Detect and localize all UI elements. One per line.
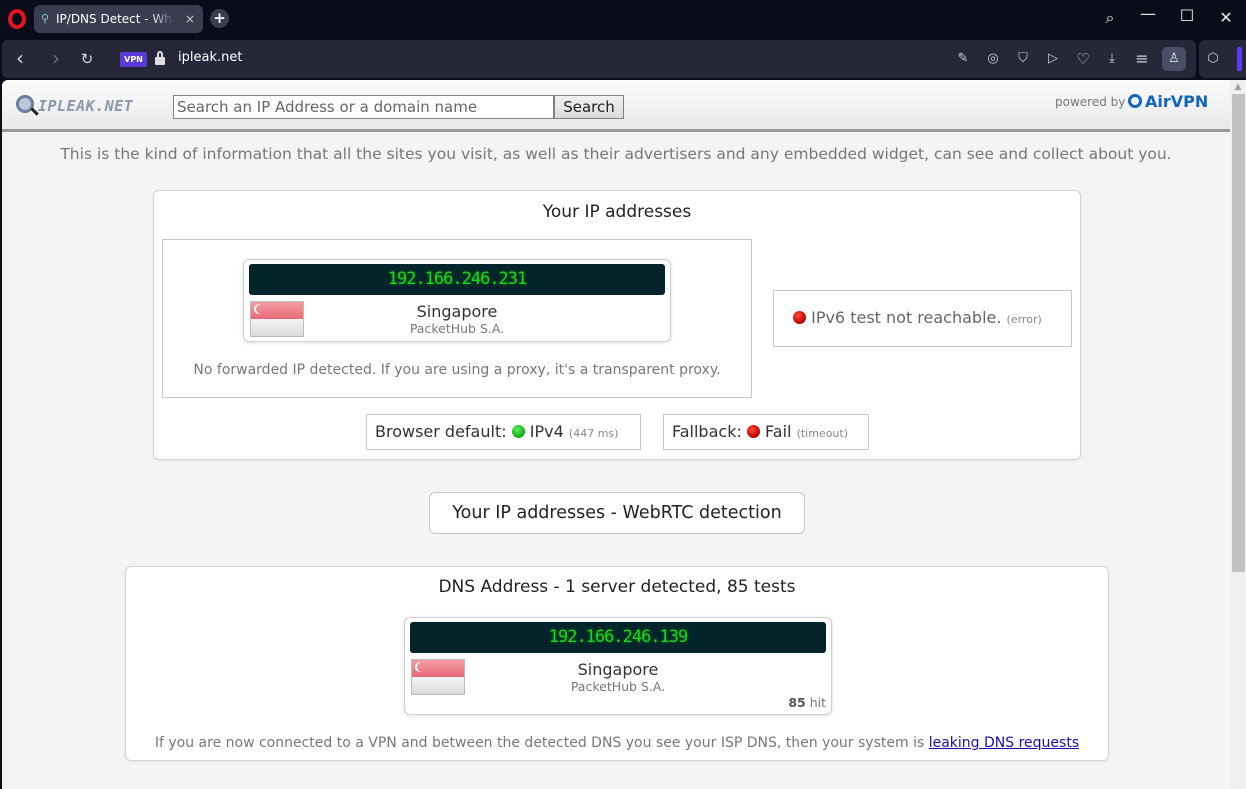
browser-default-box: Browser default: IPv4 (447 ms) xyxy=(366,414,641,450)
scroll-up-icon[interactable]: ▲ xyxy=(1230,80,1246,94)
dns-hit-count: 85 hit xyxy=(788,695,826,710)
download-icon[interactable]: ⤓ xyxy=(1103,50,1121,68)
fallback-label: Fallback: xyxy=(672,422,742,441)
page-viewport: IPLEAK.NET Search powered by AirVPN This… xyxy=(2,80,1246,789)
fallback-box: Fallback: Fail (timeout) xyxy=(663,414,869,450)
leaking-dns-link[interactable]: leaking DNS requests xyxy=(929,735,1079,751)
search-input[interactable] xyxy=(173,95,554,119)
ipleak-logo[interactable]: IPLEAK.NET xyxy=(14,94,152,120)
ipv6-status: IPv6 test not reachable. xyxy=(811,308,1002,327)
powered-by-label: powered by xyxy=(1055,95,1126,109)
search-tabs-icon[interactable]: ⌕ xyxy=(1099,8,1121,28)
browser-default-detail: (447 ms) xyxy=(568,427,619,440)
minimize-icon[interactable]: — xyxy=(1137,4,1159,23)
site-header: IPLEAK.NET Search powered by AirVPN xyxy=(2,80,1230,132)
dns-server-tile: 192.166.246.139 Singapore PacketHub S.A.… xyxy=(404,617,832,715)
page-scrollbar[interactable]: ▲ xyxy=(1230,80,1246,789)
reload-icon[interactable]: ↻ xyxy=(78,50,96,68)
airvpn-cloud-icon xyxy=(1128,94,1142,108)
snapshot-edit-icon[interactable]: ✎ xyxy=(954,50,972,68)
ipv4-country: Singapore xyxy=(416,302,498,321)
fallback-detail: (timeout) xyxy=(796,427,849,440)
ipv6-status-dot-icon xyxy=(793,311,806,324)
sidebar-accent[interactable] xyxy=(1237,47,1242,71)
opera-logo-icon[interactable] xyxy=(8,9,26,29)
ipv4-tile: 192.166.246.231 Singapore PacketHub S.A. xyxy=(243,259,671,342)
ipv6-box: IPv6 test not reachable. (error) xyxy=(773,290,1072,347)
new-tab-button[interactable]: + xyxy=(210,9,229,28)
dns-country: Singapore xyxy=(577,660,659,679)
fallback-value: Fail xyxy=(765,422,792,441)
search-button[interactable]: Search xyxy=(554,95,624,119)
tab-favicon-icon: ⚲ xyxy=(41,12,50,25)
ip-addresses-card: Your IP addresses 192.166.246.231 Singap… xyxy=(153,190,1081,460)
lock-icon[interactable] xyxy=(155,51,165,65)
close-window-icon[interactable]: ✕ xyxy=(1215,8,1237,27)
shield-icon[interactable]: ⛉ xyxy=(1014,50,1032,68)
forwarded-ip-note: No forwarded IP detected. If you are usi… xyxy=(193,362,721,378)
dns-section-title: DNS Address - 1 server detected, 85 test… xyxy=(438,577,796,597)
cube-icon[interactable]: ⬡ xyxy=(1204,50,1222,68)
profile-icon[interactable]: ♙ xyxy=(1162,47,1186,71)
forward-icon[interactable]: › xyxy=(47,46,65,70)
browser-default-value: IPv4 xyxy=(529,422,564,441)
vpn-badge[interactable]: VPN xyxy=(120,52,147,67)
tab-title: IP/DNS Detect - What is your IP xyxy=(56,12,174,26)
fallback-dot-icon xyxy=(746,425,760,438)
browser-default-dot-icon xyxy=(511,425,525,438)
tab-bar: ⚲ IP/DNS Detect - What is your IP × + ⌕ … xyxy=(0,0,1246,38)
back-icon[interactable]: ‹ xyxy=(11,46,29,70)
send-icon[interactable]: ▷ xyxy=(1044,50,1062,68)
airvpn-logo[interactable]: AirVPN xyxy=(1128,92,1208,111)
dns-leak-note: If you are now connected to a VPN and be… xyxy=(154,735,1080,751)
dns-address[interactable]: 192.166.246.139 xyxy=(410,622,826,653)
ipv6-detail: (error) xyxy=(1006,313,1042,326)
camera-icon[interactable]: ◎ xyxy=(984,50,1002,68)
browser-default-label: Browser default: xyxy=(375,422,507,441)
intro-text: This is the kind of information that all… xyxy=(60,145,1172,163)
heart-icon[interactable]: ♡ xyxy=(1074,50,1092,68)
easy-setup-icon[interactable]: ≡ xyxy=(1133,50,1151,68)
ipv4-box: 192.166.246.231 Singapore PacketHub S.A.… xyxy=(162,239,752,398)
dns-isp: PacketHub S.A. xyxy=(570,679,666,694)
tab-active[interactable]: ⚲ IP/DNS Detect - What is your IP × xyxy=(34,5,203,33)
webrtc-detection-button[interactable]: Your IP addresses - WebRTC detection xyxy=(429,492,805,534)
maximize-icon[interactable]: ☐ xyxy=(1176,6,1198,25)
url-field[interactable]: ipleak.net xyxy=(178,50,242,65)
dns-card: DNS Address - 1 server detected, 85 test… xyxy=(125,566,1109,761)
address-bar: ‹ › ↻ VPN ipleak.net ✎ ◎ ⛉ ▷ ♡ ⤓ ≡ ♙ xyxy=(2,40,1196,78)
ipv4-address[interactable]: 192.166.246.231 xyxy=(249,264,665,295)
scrollbar-thumb[interactable] xyxy=(1232,94,1245,572)
ipv4-isp: PacketHub S.A. xyxy=(409,321,505,336)
ip-section-title: Your IP addresses xyxy=(542,202,692,222)
tab-close-icon[interactable]: × xyxy=(185,5,195,33)
